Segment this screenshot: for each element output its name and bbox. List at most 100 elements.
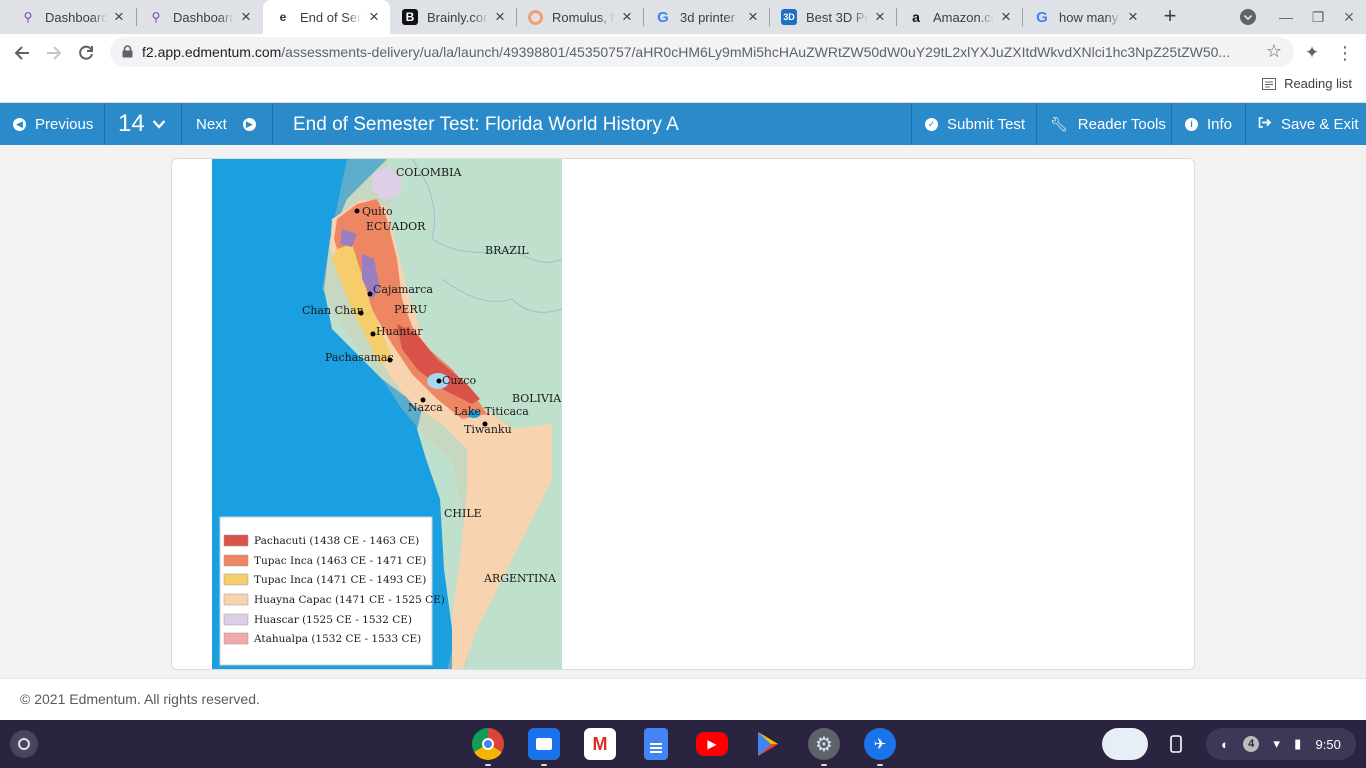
submit-label: Submit Test: [947, 115, 1026, 133]
country-label: ECUADOR: [366, 220, 426, 233]
notification-badge: 4: [1243, 736, 1260, 752]
vpn-icon: ◐: [1221, 736, 1229, 752]
info-button[interactable]: i Info: [1172, 103, 1246, 145]
city-label: Tiwanku: [464, 423, 512, 436]
chrome-icon[interactable]: [472, 728, 504, 766]
save-exit-button[interactable]: Save & Exit: [1246, 103, 1366, 145]
outline-pin-icon: ⚲: [151, 10, 161, 24]
extensions-icon[interactable]: ✦: [1298, 39, 1326, 67]
bookmark-star-icon[interactable]: ☆: [1266, 41, 1282, 62]
outline-pin-icon: ⚲: [23, 10, 33, 24]
legend-label: Tupac Inca (1471 CE - 1493 CE): [254, 574, 426, 586]
browser-tab[interactable]: ⚲ Dashboard ×: [136, 0, 262, 34]
close-tab-icon[interactable]: ×: [107, 5, 131, 29]
url-text: f2.app.edmentum.com/assessments-delivery…: [142, 44, 1252, 60]
launcher-icon[interactable]: [10, 730, 38, 758]
tab-title: 3d printer -: [680, 9, 741, 25]
close-window-icon[interactable]: ×: [1337, 5, 1361, 29]
settings-icon[interactable]: ⚙︎: [808, 728, 840, 766]
battery-icon: ▮: [1294, 736, 1302, 751]
tab-title: Amazon.co: [933, 9, 994, 25]
browser-tab[interactable]: ⚲ Dashboard ×: [8, 0, 135, 34]
browser-tab-active[interactable]: e End of Semester Test: Florida World Hi…: [263, 0, 390, 34]
menu-icon[interactable]: ⋮: [1331, 39, 1359, 67]
close-tab-icon[interactable]: ×: [994, 5, 1018, 29]
browser-tab[interactable]: 3D Best 3D Pri ×: [769, 0, 896, 34]
legend-label: Huascar (1525 CE - 1532 CE): [254, 614, 412, 626]
reading-list-label: Reading list: [1284, 76, 1352, 91]
forward-icon[interactable]: [40, 39, 68, 67]
country-label: BOLIVIA: [512, 392, 562, 405]
youtube-icon[interactable]: ▶: [696, 732, 728, 756]
status-tray[interactable]: ◐ 4 ▾ ▮ 9:50: [1206, 728, 1356, 760]
info-icon: i: [1185, 117, 1198, 131]
google-icon: G: [657, 8, 669, 26]
tab-search-icon[interactable]: [1236, 5, 1260, 29]
browser-tab[interactable]: G 3d printer - ×: [643, 0, 769, 34]
phone-hub-icon[interactable]: [1160, 728, 1192, 760]
browser-tab[interactable]: G how many ×: [1022, 0, 1149, 34]
close-tab-icon[interactable]: ×: [1121, 5, 1145, 29]
gmail-icon[interactable]: M: [584, 728, 616, 760]
close-tab-icon[interactable]: ×: [488, 5, 512, 29]
circle-icon: [528, 9, 543, 25]
city-label: Quito: [362, 205, 393, 218]
city-label: Lake Titicaca: [454, 405, 529, 418]
3d-icon: 3D: [781, 9, 797, 25]
close-tab-icon[interactable]: ×: [615, 5, 639, 29]
tab-title: End of Semester Test: Florida World Hist…: [300, 9, 362, 25]
reader-tools-label: Reader Tools: [1077, 115, 1166, 133]
reload-icon[interactable]: [72, 39, 100, 67]
back-icon[interactable]: [8, 39, 36, 67]
wifi-icon: ▾: [1273, 736, 1280, 751]
tab-title: Dashboard: [45, 9, 107, 25]
os-shelf: M ▶ ⚙︎ ✈︎ ◐ 4 ▾ ▮ 9:50: [0, 720, 1366, 768]
reading-list-icon: [1262, 77, 1277, 90]
assessment-navbar: ◀ Previous 14 Next ▶ End of Semester Tes…: [0, 103, 1366, 145]
restore-icon[interactable]: ❐: [1306, 5, 1330, 29]
files-icon[interactable]: [528, 728, 560, 766]
browser-toolbar: f2.app.edmentum.com/assessments-delivery…: [0, 34, 1366, 70]
play-store-icon[interactable]: [752, 728, 784, 760]
city-label: Chan Chan: [302, 304, 364, 317]
holding-space-icon[interactable]: [1102, 728, 1148, 760]
close-tab-icon[interactable]: ×: [362, 5, 386, 29]
question-panel: COLOMBIA ECUADOR BRAZIL PERU BOLIVIA CHI…: [171, 158, 1195, 670]
legend-swatch: [223, 613, 249, 626]
previous-label: Previous: [35, 115, 94, 133]
browser-tab[interactable]: B Brainly.com ×: [390, 0, 516, 34]
screencast-icon[interactable]: ✈︎: [864, 728, 896, 766]
inca-empire-map: COLOMBIA ECUADOR BRAZIL PERU BOLIVIA CHI…: [212, 159, 562, 669]
previous-button[interactable]: ◀ Previous: [0, 103, 105, 145]
edmentum-icon: e: [279, 10, 287, 24]
close-tab-icon[interactable]: ×: [868, 5, 892, 29]
legend-label: Huayna Capac (1471 CE - 1525 CE): [254, 594, 445, 606]
country-label: BRAZIL: [485, 244, 529, 257]
minimize-icon[interactable]: —: [1274, 5, 1298, 29]
question-number-dropdown[interactable]: 14: [105, 103, 182, 145]
city-label: Nazca: [408, 401, 443, 414]
next-label: Next: [196, 115, 227, 133]
country-label: COLOMBIA: [396, 166, 462, 179]
google-icon: G: [1036, 8, 1048, 26]
country-label: ARGENTINA: [483, 572, 557, 585]
legend-swatch: [223, 593, 249, 606]
amazon-icon: a: [912, 9, 920, 25]
reading-list-button[interactable]: Reading list: [1262, 76, 1352, 91]
country-label: CHILE: [444, 507, 482, 520]
new-tab-icon[interactable]: +: [1158, 3, 1182, 28]
reader-tools-button[interactable]: 🔧︎ Reader Tools: [1037, 103, 1172, 145]
next-button[interactable]: Next ▶: [182, 103, 273, 145]
browser-tab[interactable]: a Amazon.co ×: [896, 0, 1022, 34]
arrow-left-circle-icon: ◀: [13, 117, 26, 131]
submit-test-button[interactable]: ✓ Submit Test: [911, 103, 1037, 145]
tab-title: Best 3D Pri: [806, 9, 868, 25]
docs-icon[interactable]: [644, 728, 668, 760]
save-exit-label: Save & Exit: [1281, 115, 1359, 133]
address-bar[interactable]: f2.app.edmentum.com/assessments-delivery…: [110, 37, 1294, 67]
close-tab-icon[interactable]: ×: [234, 5, 258, 29]
close-tab-icon[interactable]: ×: [741, 5, 765, 29]
copyright-text: © 2021 Edmentum. All rights reserved.: [20, 691, 260, 707]
lock-icon: [122, 45, 133, 63]
browser-tab[interactable]: Romulus, M ×: [516, 0, 643, 34]
